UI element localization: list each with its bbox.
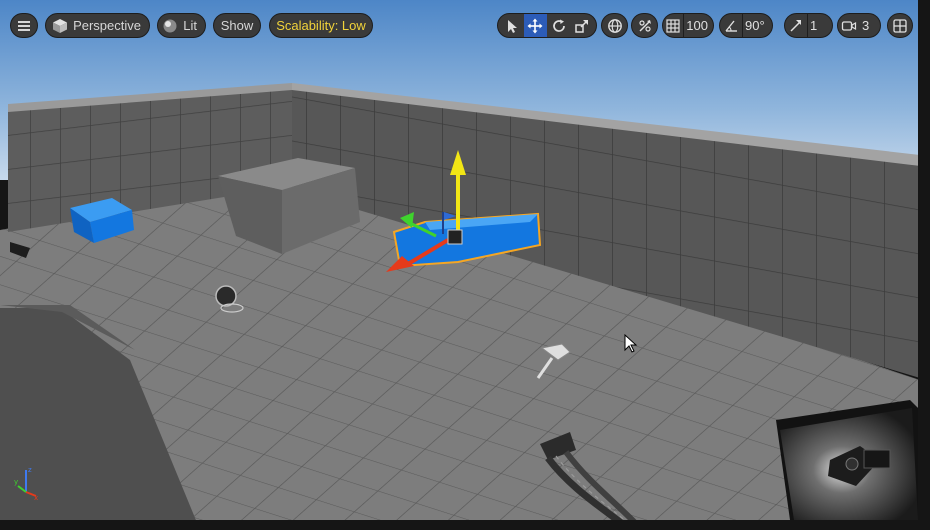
grid-snap-group[interactable]: 100: [662, 13, 714, 38]
camera-speed-icon: [785, 14, 807, 37]
hamburger-menu-icon: [13, 14, 35, 37]
mouse-cursor-icon: [624, 334, 638, 353]
scalability-label: Scalability: Low: [276, 18, 366, 33]
surface-snap-icon: [634, 14, 656, 37]
grid-size-value[interactable]: 100: [684, 18, 713, 33]
lighting-label: Lit: [183, 18, 197, 33]
view-mode-label: Perspective: [73, 18, 141, 33]
level-viewport[interactable]: z x y Perspective Lit Show Scalability: …: [0, 0, 930, 530]
show-label: Show: [220, 18, 254, 33]
cube-icon: [50, 14, 69, 37]
svg-text:y: y: [14, 478, 18, 486]
camera-speed-value: 1: [810, 18, 818, 33]
axis-orientation-icon: z x y: [14, 466, 38, 502]
screen-percentage-group[interactable]: 3: [837, 13, 881, 38]
rotate-icon[interactable]: [547, 14, 571, 37]
show-flags-button[interactable]: Show: [213, 13, 261, 38]
select-arrow-icon[interactable]: [500, 14, 524, 37]
svg-text:x: x: [34, 494, 38, 502]
layout-grid-icon: [889, 14, 911, 37]
camera-speed-group[interactable]: 1: [784, 13, 833, 38]
rotation-snap-group[interactable]: 90°: [719, 13, 773, 38]
screen-percentage-value: 3: [862, 18, 870, 33]
view-mode-perspective-button[interactable]: Perspective: [45, 13, 150, 38]
grid-icon[interactable]: [663, 14, 683, 37]
surface-snapping-button[interactable]: [631, 13, 658, 38]
world-local-toggle-button[interactable]: [601, 13, 628, 38]
svg-text:z: z: [28, 466, 32, 474]
video-camera-icon: [838, 14, 860, 37]
translate-icon[interactable]: [523, 14, 547, 37]
rotation-snap-value[interactable]: 90°: [743, 18, 770, 33]
scale-icon[interactable]: [571, 14, 595, 37]
lit-sphere-icon: [161, 14, 179, 37]
viewport-options-button[interactable]: [10, 13, 38, 38]
angle-icon[interactable]: [720, 14, 742, 37]
viewport-layout-button[interactable]: [887, 13, 913, 38]
viewport-scene[interactable]: [0, 0, 930, 530]
globe-icon: [604, 14, 626, 37]
view-lighting-lit-button[interactable]: Lit: [157, 13, 206, 38]
transform-tools-group: [497, 13, 597, 38]
scalability-button[interactable]: Scalability: Low: [269, 13, 373, 38]
